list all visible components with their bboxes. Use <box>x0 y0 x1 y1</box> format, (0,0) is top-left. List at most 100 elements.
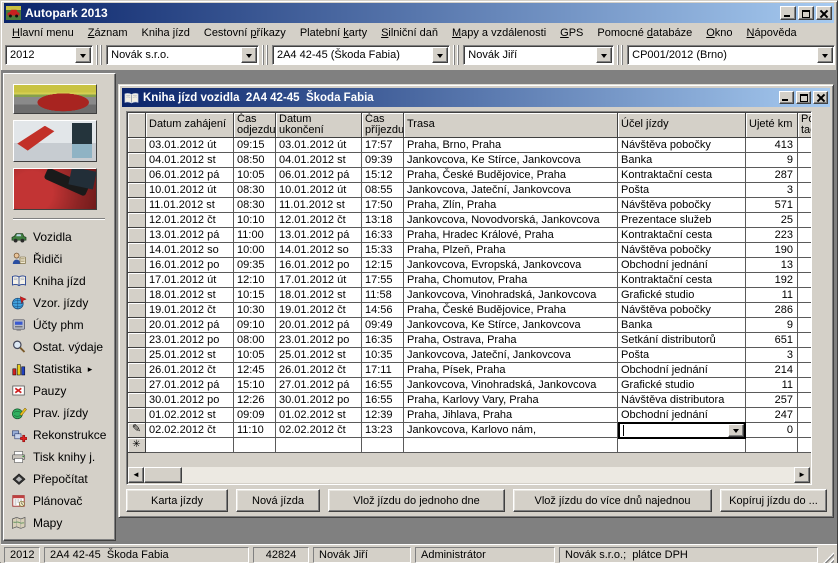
cell-trasa[interactable]: Praha, Jihlava, Praha <box>404 408 618 423</box>
cell-cas-prijezdu[interactable]: 15:33 <box>362 243 404 258</box>
row-selector[interactable] <box>128 363 146 378</box>
sidebar-item-rekonstrukce[interactable]: Rekonstrukce <box>4 424 115 446</box>
cell-cas-prijezdu[interactable]: 08:55 <box>362 183 404 198</box>
cell-cas-odjezdu[interactable]: 10:10 <box>234 213 276 228</box>
cell-cas-prijezdu[interactable]: 17:57 <box>362 138 404 153</box>
cell-ujete-km[interactable]: 0 <box>746 423 798 438</box>
cell-ujete-km[interactable]: 190 <box>746 243 798 258</box>
cell-ujete-km[interactable]: 9 <box>746 153 798 168</box>
company-combo[interactable]: Novák s.r.o. <box>106 45 259 65</box>
cell-trasa[interactable]: Praha, Karlovy Vary, Praha <box>404 393 618 408</box>
cell-trasa[interactable]: Jankovcova, Jateční, Jankovcova <box>404 183 618 198</box>
scroll-left-button[interactable]: ◄ <box>128 467 144 483</box>
column-header-cas-odjezdu[interactable]: Čas odjezdu <box>234 113 276 138</box>
cell-pocatecni-tachometr[interactable] <box>798 363 812 378</box>
chevron-down-icon[interactable] <box>728 424 744 437</box>
cell-pocatecni-tachometr[interactable] <box>798 258 812 273</box>
column-header-ujete-km[interactable]: Ujeté km <box>746 113 798 138</box>
cell-empty[interactable] <box>234 438 276 453</box>
cell-ucel-jizdy[interactable]: Obchodní jednání <box>618 363 746 378</box>
row-selector-editing[interactable]: ✎ <box>128 423 146 438</box>
cell-datum-ukonceni[interactable]: 20.01.2012 pá <box>276 318 362 333</box>
cell-cas-prijezdu[interactable]: 13:23 <box>362 423 404 438</box>
sidebar-item-ridici[interactable]: Řidiči <box>4 248 115 270</box>
cell-datum-ukonceni[interactable]: 27.01.2012 pá <box>276 378 362 393</box>
menu-item-kniha-jizd[interactable]: Kniha jízd <box>135 25 197 41</box>
column-header-datum-ukonceni[interactable]: Datum ukončení <box>276 113 362 138</box>
row-selector[interactable] <box>128 153 146 168</box>
row-selector[interactable] <box>128 303 146 318</box>
cell-ujete-km[interactable]: 571 <box>746 198 798 213</box>
cell-datum-zahajeni[interactable]: 30.01.2012 po <box>146 393 234 408</box>
cell-cas-odjezdu[interactable]: 08:30 <box>234 198 276 213</box>
logbook-minimize-button[interactable] <box>779 91 794 104</box>
cell-cas-prijezdu[interactable]: 16:55 <box>362 378 404 393</box>
cell-cas-prijezdu[interactable]: 09:49 <box>362 318 404 333</box>
cell-datum-ukonceni[interactable]: 03.01.2012 út <box>276 138 362 153</box>
cell-ujete-km[interactable]: 413 <box>746 138 798 153</box>
sidebar-item-vozidla[interactable]: Vozidla <box>4 226 115 248</box>
menu-item-platebni-karty[interactable]: Platební karty <box>293 25 374 41</box>
cell-datum-ukonceni[interactable]: 02.02.2012 čt <box>276 423 362 438</box>
cell-pocatecni-tachometr[interactable] <box>798 378 812 393</box>
cell-pocatecni-tachometr[interactable] <box>798 288 812 303</box>
row-selector[interactable] <box>128 378 146 393</box>
cell-datum-zahajeni[interactable]: 10.01.2012 út <box>146 183 234 198</box>
cell-pocatecni-tachometr[interactable] <box>798 213 812 228</box>
cell-cas-odjezdu[interactable]: 12:10 <box>234 273 276 288</box>
cell-pocatecni-tachometr[interactable] <box>798 183 812 198</box>
cell-pocatecni-tachometr[interactable] <box>798 303 812 318</box>
column-header-pocatecni-tachometr[interactable]: Po tac <box>798 113 812 138</box>
insert-trip-multiple-days-button[interactable]: Vlož jízdu do více dnů najednou <box>513 489 712 512</box>
cell-trasa[interactable]: Jankovcova, Novodvorská, Jankovcova <box>404 213 618 228</box>
cell-ujete-km[interactable]: 192 <box>746 273 798 288</box>
cell-datum-ukonceni[interactable]: 25.01.2012 st <box>276 348 362 363</box>
cell-datum-ukonceni[interactable]: 12.01.2012 čt <box>276 213 362 228</box>
cell-datum-zahajeni[interactable]: 26.01.2012 čt <box>146 363 234 378</box>
close-button[interactable] <box>816 6 832 20</box>
cell-trasa[interactable]: Jankovcova, Ke Stírce, Jankovcova <box>404 318 618 333</box>
cell-ucel-jizdy[interactable]: Grafické studio <box>618 288 746 303</box>
cell-ucel-jizdy[interactable] <box>618 423 746 438</box>
cell-datum-zahajeni[interactable]: 27.01.2012 pá <box>146 378 234 393</box>
logbook-close-button[interactable] <box>813 91 828 104</box>
maximize-button[interactable] <box>798 6 814 20</box>
row-selector[interactable] <box>128 213 146 228</box>
cell-trasa[interactable]: Praha, České Budějovice, Praha <box>404 303 618 318</box>
cell-cas-odjezdu[interactable]: 09:09 <box>234 408 276 423</box>
menu-item-napoveda[interactable]: Nápověda <box>740 25 804 41</box>
cell-datum-zahajeni[interactable]: 12.01.2012 čt <box>146 213 234 228</box>
driver-combo[interactable]: Novák Jiří <box>463 45 614 65</box>
cell-cas-prijezdu[interactable]: 16:33 <box>362 228 404 243</box>
chevron-down-icon[interactable] <box>817 47 833 63</box>
column-header-ucel-jizdy[interactable]: Účel jízdy <box>618 113 746 138</box>
cell-ujete-km[interactable]: 25 <box>746 213 798 228</box>
cell-ujete-km[interactable]: 214 <box>746 363 798 378</box>
cell-trasa[interactable]: Praha, Zlín, Praha <box>404 198 618 213</box>
cell-ucel-jizdy[interactable]: Kontraktační cesta <box>618 228 746 243</box>
row-selector[interactable] <box>128 408 146 423</box>
cell-ujete-km[interactable]: 11 <box>746 288 798 303</box>
cell-datum-zahajeni[interactable]: 20.01.2012 pá <box>146 318 234 333</box>
cell-ucel-jizdy[interactable]: Obchodní jednání <box>618 408 746 423</box>
cell-pocatecni-tachometr[interactable] <box>798 168 812 183</box>
cell-ujete-km[interactable]: 13 <box>746 258 798 273</box>
cell-cas-odjezdu[interactable]: 12:26 <box>234 393 276 408</box>
cell-datum-zahajeni[interactable]: 06.01.2012 pá <box>146 168 234 183</box>
cell-ujete-km[interactable]: 257 <box>746 393 798 408</box>
chevron-down-icon[interactable] <box>432 47 448 63</box>
cell-datum-ukonceni[interactable]: 10.01.2012 út <box>276 183 362 198</box>
menu-item-gps[interactable]: GPS <box>553 25 590 41</box>
cell-datum-zahajeni[interactable]: 01.02.2012 st <box>146 408 234 423</box>
cell-cas-odjezdu[interactable]: 10:15 <box>234 288 276 303</box>
cell-ujete-km[interactable]: 3 <box>746 348 798 363</box>
menu-item-silnicni-dan[interactable]: Silniční daň <box>374 25 445 41</box>
sidebar-item-prav-jizdy[interactable]: Prav. jízdy <box>4 402 115 424</box>
cell-ujete-km[interactable]: 11 <box>746 378 798 393</box>
cell-pocatecni-tachometr[interactable] <box>798 318 812 333</box>
cell-ujete-km[interactable]: 286 <box>746 303 798 318</box>
cell-datum-zahajeni[interactable]: 13.01.2012 pá <box>146 228 234 243</box>
row-selector[interactable] <box>128 273 146 288</box>
cell-pocatecni-tachometr[interactable] <box>798 138 812 153</box>
cell-datum-ukonceni[interactable]: 17.01.2012 út <box>276 273 362 288</box>
